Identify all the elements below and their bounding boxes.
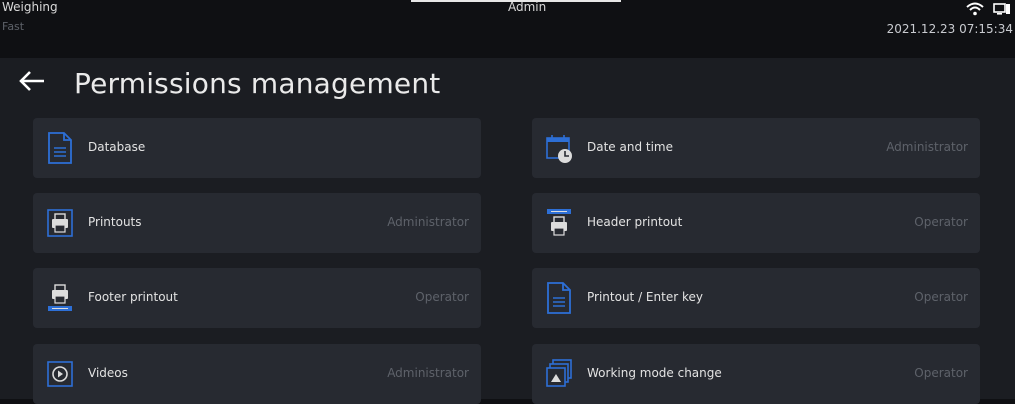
tile-videos[interactable]: Videos Administrator [33, 344, 481, 404]
tile-header-printout[interactable]: Header printout Operator [532, 193, 980, 253]
working-mode-label[interactable]: Weighing [2, 0, 58, 14]
tile-date-and-time[interactable]: Date and time Administrator [532, 118, 980, 178]
tile-value: Administrator [387, 366, 469, 380]
working-mode-icon [546, 359, 572, 387]
status-bar: Weighing Fast Admin 2021.12.23 07:15:34 [0, 0, 1015, 58]
pc-connection-icon [993, 3, 1010, 15]
footer-printout-icon [48, 284, 72, 311]
tile-label: Header printout [587, 215, 683, 229]
tile-footer-printout[interactable]: Footer printout Operator [33, 268, 481, 328]
database-icon [48, 132, 72, 164]
tile-value: Administrator [387, 215, 469, 229]
page-title: Permissions management [74, 67, 441, 100]
tile-label: Database [88, 140, 146, 154]
tile-value: Operator [914, 366, 968, 380]
tile-value: Operator [415, 290, 469, 304]
header-printout-icon [547, 209, 571, 236]
tile-printout-enter-key[interactable]: Printout / Enter key Operator [532, 268, 980, 328]
wifi-icon [966, 2, 984, 16]
tile-printouts[interactable]: Printouts Administrator [33, 193, 481, 253]
tile-label: Videos [88, 366, 128, 380]
tile-label: Printout / Enter key [587, 290, 703, 304]
tile-label: Printouts [88, 215, 142, 229]
tile-database[interactable]: Database [33, 118, 481, 178]
logged-user[interactable]: Admin [508, 0, 546, 14]
main-panel: Permissions management Database Date and… [0, 58, 1015, 404]
working-submode-label: Fast [2, 20, 25, 33]
status-icons [966, 0, 1011, 18]
tile-value: Operator [914, 290, 968, 304]
document-icon [547, 282, 571, 314]
play-icon [47, 361, 73, 387]
tile-value: Operator [914, 215, 968, 229]
calendar-clock-icon [546, 135, 572, 163]
back-arrow-icon[interactable] [18, 67, 48, 95]
tile-label: Working mode change [587, 366, 722, 380]
page-header: Permissions management [0, 58, 1015, 110]
printouts-icon [47, 209, 73, 237]
tile-label: Footer printout [88, 290, 178, 304]
tile-label: Date and time [587, 140, 673, 154]
tile-working-mode-change[interactable]: Working mode change Operator [532, 344, 980, 404]
tile-value: Administrator [886, 140, 968, 154]
datetime: 2021.12.23 07:15:34 [886, 22, 1013, 36]
